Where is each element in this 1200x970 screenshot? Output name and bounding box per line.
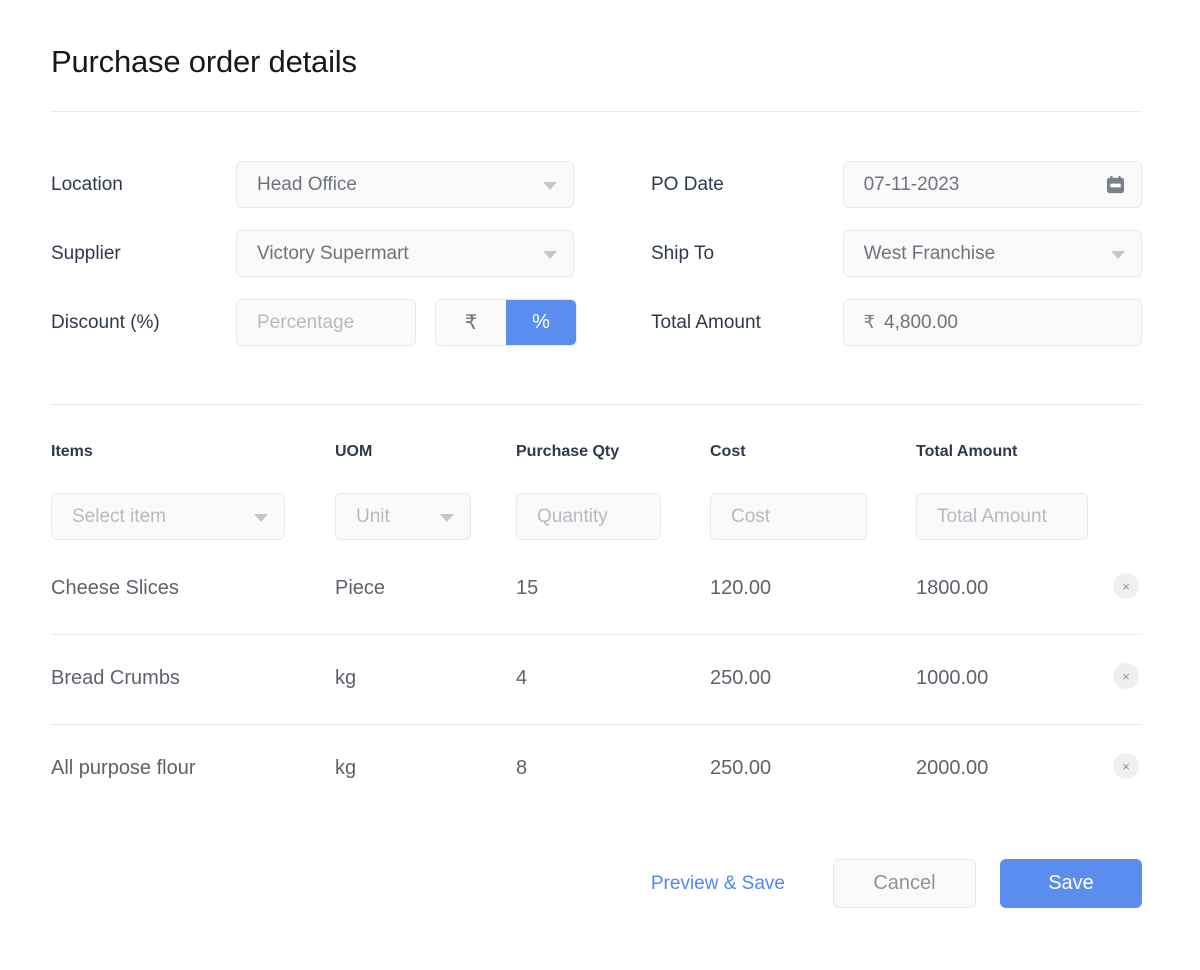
cell-total: 2000.00 bbox=[916, 757, 988, 780]
section-divider bbox=[51, 404, 1142, 405]
column-header-cost: Cost bbox=[710, 443, 746, 461]
header-divider bbox=[51, 111, 1142, 112]
item-select[interactable]: Select item bbox=[51, 493, 285, 540]
remove-row-icon[interactable]: × bbox=[1113, 663, 1139, 689]
cell-uom: kg bbox=[335, 757, 356, 780]
remove-row-icon[interactable]: × bbox=[1113, 753, 1139, 779]
row-total-placeholder: Total Amount bbox=[937, 506, 1047, 528]
cell-qty: 15 bbox=[516, 577, 538, 600]
chevron-down-icon bbox=[543, 251, 557, 259]
supplier-select[interactable]: Victory Supermart bbox=[236, 230, 574, 277]
table-row: Bread Crumbs kg 4 250.00 1000.00 × bbox=[51, 635, 1142, 725]
location-field-group: Location Head Office bbox=[51, 161, 651, 208]
discount-field-group: Discount (%) Percentage ₹ % bbox=[51, 299, 651, 346]
ship-to-select[interactable]: West Franchise bbox=[843, 230, 1142, 277]
cell-item: Cheese Slices bbox=[51, 577, 179, 600]
rupee-icon: ₹ bbox=[864, 312, 875, 333]
table-row: Cheese Slices Piece 15 120.00 1800.00 × bbox=[51, 545, 1142, 635]
cell-uom: Piece bbox=[335, 577, 385, 600]
cancel-button[interactable]: Cancel bbox=[833, 859, 976, 908]
cell-item: All purpose flour bbox=[51, 757, 196, 780]
ship-to-field-group: Ship To West Franchise bbox=[651, 230, 1142, 277]
ship-to-value: West Franchise bbox=[864, 243, 996, 265]
quantity-input[interactable]: Quantity bbox=[516, 493, 661, 540]
ship-to-label: Ship To bbox=[651, 243, 843, 265]
po-date-label: PO Date bbox=[651, 174, 843, 196]
total-amount-value: 4,800.00 bbox=[884, 312, 958, 334]
po-date-field-group: PO Date 07-11-2023 bbox=[651, 161, 1142, 208]
column-header-total-amount: Total Amount bbox=[916, 443, 1017, 461]
column-header-uom: UOM bbox=[335, 443, 372, 461]
total-amount-field-group: Total Amount ₹ 4,800.00 bbox=[651, 299, 1142, 346]
form-row-2: Supplier Victory Supermart Ship To West … bbox=[51, 219, 1142, 288]
discount-placeholder: Percentage bbox=[257, 312, 354, 334]
location-select[interactable]: Head Office bbox=[236, 161, 574, 208]
location-value: Head Office bbox=[257, 174, 357, 196]
location-label: Location bbox=[51, 174, 236, 196]
toggle-option-percent[interactable]: % bbox=[506, 300, 576, 345]
new-item-row: Select item Unit Quantity Cost Total Amo… bbox=[51, 471, 1142, 545]
supplier-label: Supplier bbox=[51, 243, 236, 265]
cell-qty: 4 bbox=[516, 667, 527, 690]
cell-total: 1800.00 bbox=[916, 577, 988, 600]
cost-placeholder: Cost bbox=[731, 506, 770, 528]
total-amount-label: Total Amount bbox=[651, 312, 843, 334]
quantity-placeholder: Quantity bbox=[537, 506, 608, 528]
cell-cost: 250.00 bbox=[710, 757, 771, 780]
preview-and-save-link[interactable]: Preview & Save bbox=[651, 873, 785, 895]
cell-cost: 120.00 bbox=[710, 577, 771, 600]
chevron-down-icon bbox=[254, 514, 268, 522]
supplier-field-group: Supplier Victory Supermart bbox=[51, 230, 651, 277]
discount-type-toggle[interactable]: ₹ % bbox=[435, 299, 577, 346]
supplier-value: Victory Supermart bbox=[257, 243, 409, 265]
discount-input-wrapper[interactable]: Percentage bbox=[236, 299, 416, 346]
discount-label: Discount (%) bbox=[51, 312, 236, 334]
chevron-down-icon bbox=[543, 182, 557, 190]
column-header-purchase-qty: Purchase Qty bbox=[516, 443, 619, 461]
po-date-value: 07-11-2023 bbox=[864, 174, 960, 196]
items-table-header: Items UOM Purchase Qty Cost Total Amount bbox=[51, 443, 1142, 471]
uom-select[interactable]: Unit bbox=[335, 493, 471, 540]
row-total-input[interactable]: Total Amount bbox=[916, 493, 1088, 540]
order-details-form: Location Head Office PO Date 07-11-2023 bbox=[51, 150, 1142, 357]
chevron-down-icon bbox=[440, 514, 454, 522]
form-row-1: Location Head Office PO Date 07-11-2023 bbox=[51, 150, 1142, 219]
chevron-down-icon bbox=[1111, 251, 1125, 259]
remove-row-icon[interactable]: × bbox=[1113, 573, 1139, 599]
purchase-order-dialog: Purchase order details Location Head Off… bbox=[0, 0, 1200, 970]
dialog-footer: Preview & Save Cancel Save bbox=[51, 859, 1142, 908]
page-title: Purchase order details bbox=[51, 44, 357, 80]
form-row-3: Discount (%) Percentage ₹ % Total Amount… bbox=[51, 288, 1142, 357]
cell-qty: 8 bbox=[516, 757, 527, 780]
total-amount-input[interactable]: ₹ 4,800.00 bbox=[843, 299, 1142, 346]
save-button[interactable]: Save bbox=[1000, 859, 1142, 908]
item-placeholder: Select item bbox=[72, 506, 166, 528]
cell-cost: 250.00 bbox=[710, 667, 771, 690]
table-row: All purpose flour kg 8 250.00 2000.00 × bbox=[51, 725, 1142, 815]
calendar-icon[interactable] bbox=[1106, 175, 1125, 195]
items-table: Items UOM Purchase Qty Cost Total Amount… bbox=[51, 443, 1142, 815]
cost-input[interactable]: Cost bbox=[710, 493, 867, 540]
cell-total: 1000.00 bbox=[916, 667, 988, 690]
po-date-input[interactable]: 07-11-2023 bbox=[843, 161, 1142, 208]
uom-placeholder: Unit bbox=[356, 506, 390, 528]
column-header-items: Items bbox=[51, 443, 93, 461]
cell-item: Bread Crumbs bbox=[51, 667, 180, 690]
cell-uom: kg bbox=[335, 667, 356, 690]
toggle-option-rupee[interactable]: ₹ bbox=[436, 300, 506, 345]
